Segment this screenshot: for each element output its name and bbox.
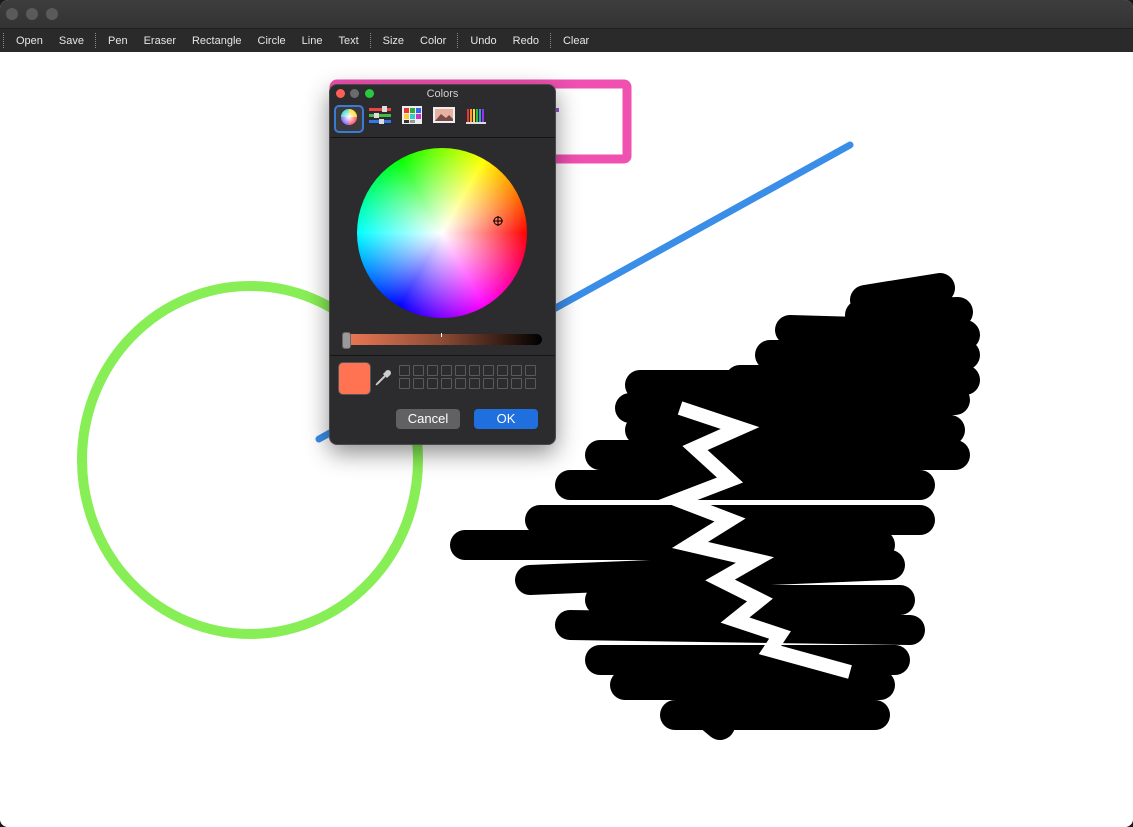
toolbar-separator: [369, 33, 372, 48]
custom-swatch-cell[interactable]: [525, 365, 536, 376]
clear-button[interactable]: Clear: [555, 35, 597, 47]
text-tool-button[interactable]: Text: [330, 35, 366, 47]
divider: [330, 137, 555, 138]
toolbar-separator: [549, 33, 552, 48]
custom-swatch-cell[interactable]: [399, 365, 410, 376]
color-palettes-icon: [401, 105, 423, 130]
image-palettes-mode-button[interactable]: [430, 105, 458, 129]
save-button[interactable]: Save: [51, 35, 92, 47]
drawing-canvas[interactable]: [0, 52, 1133, 827]
image-palettes-icon: [432, 106, 456, 129]
custom-swatch-cell[interactable]: [427, 365, 438, 376]
custom-swatch-grid: [399, 365, 537, 389]
app-window: Open Save Pen Eraser Rectangle Circle Li…: [0, 0, 1133, 827]
custom-swatch-cell[interactable]: [413, 378, 424, 389]
custom-swatch-cell[interactable]: [455, 378, 466, 389]
close-window-button[interactable]: [6, 8, 18, 20]
custom-swatch-cell[interactable]: [399, 378, 410, 389]
ok-button[interactable]: OK: [474, 409, 538, 429]
open-button[interactable]: Open: [8, 35, 51, 47]
custom-swatch-cell[interactable]: [483, 365, 494, 376]
toolbar-grip: [3, 33, 5, 48]
custom-swatch-cell[interactable]: [497, 365, 508, 376]
custom-swatch-cell[interactable]: [511, 378, 522, 389]
toolbar-separator: [95, 33, 97, 48]
minimize-window-button[interactable]: [26, 8, 38, 20]
current-color-swatch[interactable]: [338, 362, 371, 395]
divider: [330, 355, 555, 356]
redo-button[interactable]: Redo: [505, 35, 547, 47]
custom-swatch-cell[interactable]: [483, 378, 494, 389]
custom-swatch-cell[interactable]: [469, 365, 480, 376]
brightness-slider-knob[interactable]: [342, 332, 351, 349]
size-button[interactable]: Size: [375, 35, 412, 47]
custom-swatch-cell[interactable]: [441, 378, 452, 389]
color-sliders-mode-button[interactable]: [366, 105, 394, 129]
pen-tool-button[interactable]: Pen: [100, 35, 136, 47]
color-wheel-mode-button[interactable]: [334, 105, 364, 133]
toolbar: Open Save Pen Eraser Rectangle Circle Li…: [0, 29, 1133, 52]
canvas-drawing: [77, 79, 980, 740]
circle-tool-button[interactable]: Circle: [250, 35, 294, 47]
crosshair-icon[interactable]: [493, 213, 503, 226]
title-bar: [0, 0, 1133, 29]
toolbar-separator: [457, 33, 459, 48]
pencils-mode-button[interactable]: [462, 105, 490, 129]
color-button[interactable]: Color: [412, 35, 454, 47]
color-wheel-icon: [340, 108, 358, 131]
custom-swatch-cell[interactable]: [413, 365, 424, 376]
undo-button[interactable]: Undo: [462, 35, 504, 47]
custom-swatch-cell[interactable]: [441, 365, 452, 376]
panel-title: Colors: [426, 88, 459, 100]
color-palettes-mode-button[interactable]: [398, 105, 426, 129]
slider-tick: [441, 333, 442, 337]
custom-swatch-cell[interactable]: [469, 378, 480, 389]
brightness-slider[interactable]: [343, 334, 542, 345]
cancel-button[interactable]: Cancel: [396, 409, 460, 429]
eraser-tool-button[interactable]: Eraser: [136, 35, 184, 47]
pencils-icon: [465, 105, 487, 130]
custom-swatch-cell[interactable]: [455, 365, 466, 376]
custom-swatch-cell[interactable]: [511, 365, 522, 376]
color-sliders-icon: [368, 105, 392, 130]
line-tool-button[interactable]: Line: [294, 35, 331, 47]
colors-panel: Colors Cancel OK: [329, 84, 556, 445]
custom-swatch-cell[interactable]: [525, 378, 536, 389]
zoom-window-button[interactable]: [46, 8, 58, 20]
custom-swatch-cell[interactable]: [497, 378, 508, 389]
rectangle-tool-button[interactable]: Rectangle: [184, 35, 250, 47]
custom-swatch-cell[interactable]: [427, 378, 438, 389]
color-wheel[interactable]: [357, 148, 527, 318]
eyedropper-icon[interactable]: [374, 369, 392, 387]
